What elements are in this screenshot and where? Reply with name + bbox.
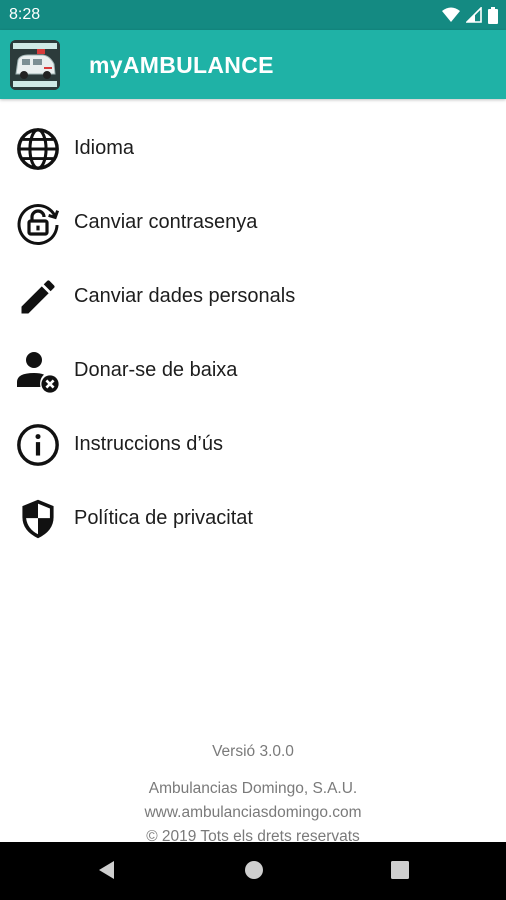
menu-item-label: Canviar dades personals bbox=[74, 285, 296, 307]
menu-item-language[interactable]: Idioma bbox=[0, 112, 506, 186]
menu-item-privacy-policy[interactable]: Política de privacitat bbox=[0, 482, 506, 556]
app-info-footer: Versió 3.0.0 Ambulancias Domingo, S.A.U.… bbox=[0, 740, 506, 849]
menu-item-label: Política de privacitat bbox=[74, 507, 253, 529]
signal-icon bbox=[466, 7, 482, 23]
menu-item-instructions[interactable]: Instruccions d’ús bbox=[0, 408, 506, 482]
recents-icon[interactable] bbox=[390, 859, 410, 886]
status-icons bbox=[442, 6, 498, 24]
globe-icon bbox=[14, 125, 62, 173]
lock-refresh-icon bbox=[14, 199, 62, 247]
app-title: myAMBULANCE bbox=[89, 52, 274, 78]
menu-item-label: Canviar contrasenya bbox=[74, 211, 258, 233]
shield-icon bbox=[14, 495, 62, 543]
app-logo-icon bbox=[10, 40, 60, 90]
menu-item-label: Donar-se de baixa bbox=[74, 359, 238, 381]
app-bar: myAMBULANCE bbox=[0, 30, 506, 99]
status-time: 8:28 bbox=[9, 6, 41, 23]
back-icon[interactable] bbox=[96, 859, 116, 886]
app-version: Versió 3.0.0 bbox=[212, 743, 294, 760]
menu-item-change-personal-data[interactable]: Canviar dades personals bbox=[0, 260, 506, 334]
user-remove-icon bbox=[14, 347, 62, 395]
navigation-bar bbox=[0, 842, 506, 900]
menu-item-label: Idioma bbox=[74, 137, 135, 159]
menu-item-label: Instruccions d’ús bbox=[74, 433, 223, 455]
menu-item-unsubscribe[interactable]: Donar-se de baixa bbox=[0, 334, 506, 408]
menu-item-change-password[interactable]: Canviar contrasenya bbox=[0, 186, 506, 260]
battery-icon bbox=[488, 6, 498, 24]
settings-menu: Idioma Canviar contrasenya Canviar dades… bbox=[0, 112, 506, 556]
home-icon[interactable] bbox=[243, 859, 265, 886]
company-name: Ambulancias Domingo, S.A.U. bbox=[148, 780, 358, 797]
status-bar: 8:28 bbox=[0, 0, 506, 30]
pencil-icon bbox=[14, 273, 62, 321]
company-website: www.ambulanciasdomingo.com bbox=[144, 804, 362, 821]
info-icon bbox=[14, 421, 62, 469]
wifi-icon bbox=[442, 7, 460, 22]
